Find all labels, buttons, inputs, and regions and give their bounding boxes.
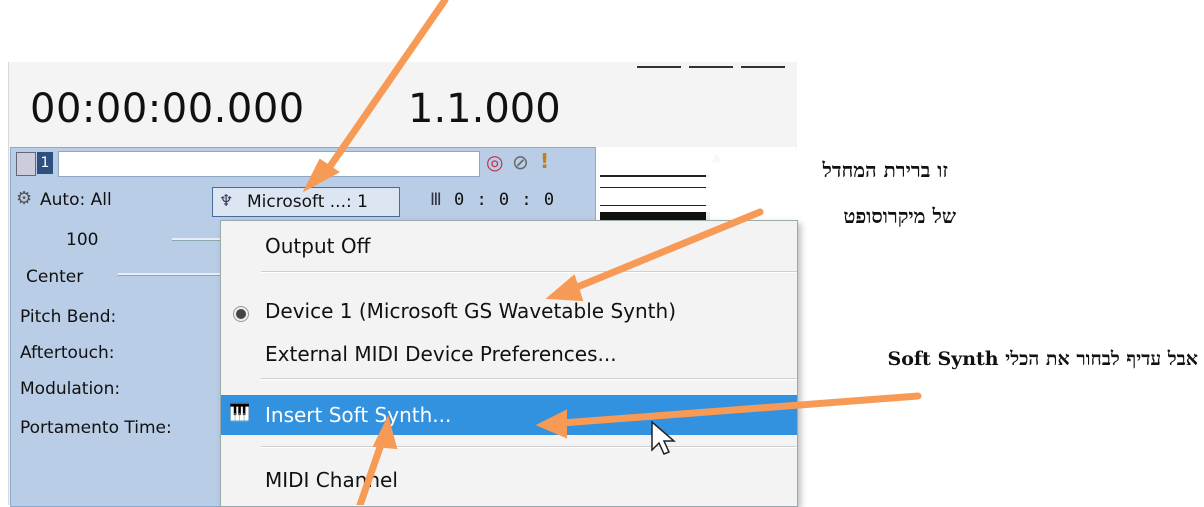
- arrow-head: [372, 415, 398, 450]
- arrow-to-default-device: [566, 208, 764, 294]
- arrow-to-device-button: [318, 0, 449, 182]
- arrow-head: [535, 409, 567, 439]
- arrow-to-insert-soft-synth: [558, 392, 922, 427]
- annotation-arrows: [302, 0, 922, 505]
- arrow-head: [545, 274, 584, 302]
